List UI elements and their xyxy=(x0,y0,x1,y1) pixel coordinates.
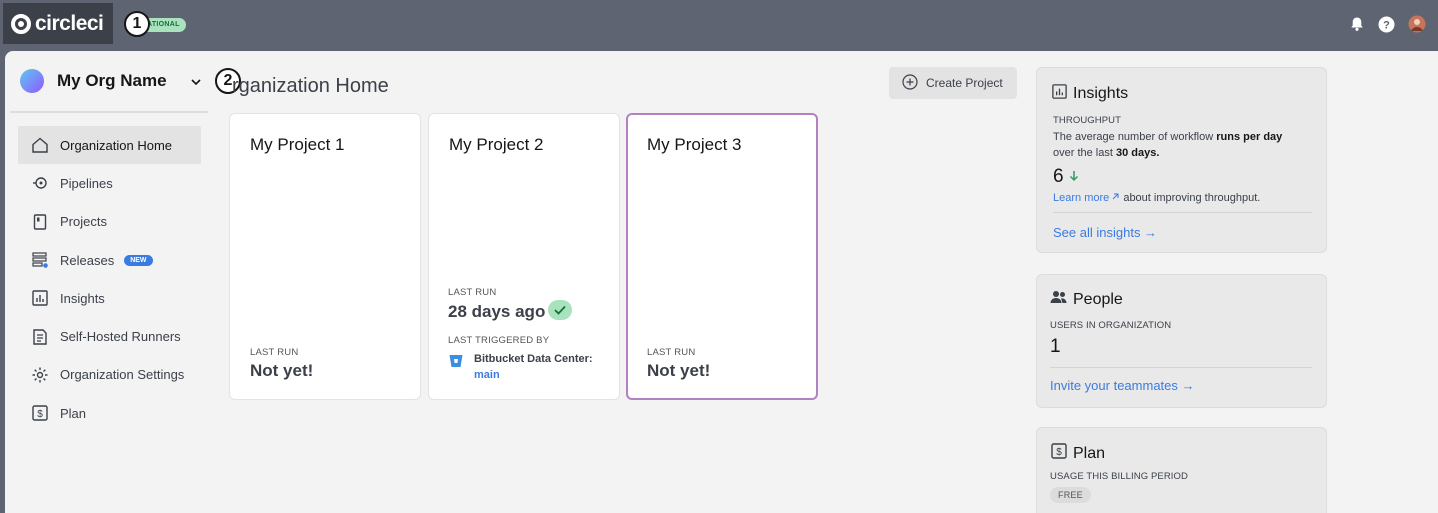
svg-text:$: $ xyxy=(1056,447,1062,458)
top-bar: circleci ATIONAL 1 ? xyxy=(0,0,1438,51)
svg-text:$: $ xyxy=(37,409,43,420)
trigger-source: Bitbucket Data Center: xyxy=(474,353,593,365)
success-check-icon xyxy=(548,300,572,320)
sidebar-item-plan[interactable]: $ Plan xyxy=(18,394,201,432)
sidebar-item-releases[interactable]: Releases NEW xyxy=(18,241,201,279)
sidebar-item-label: Self-Hosted Runners xyxy=(60,329,181,345)
projects-icon xyxy=(31,213,49,231)
sidebar-item-label: Releases xyxy=(60,252,115,268)
last-run-label: LAST RUN xyxy=(448,287,497,298)
org-avatar xyxy=(20,69,44,93)
invite-teammates-link[interactable]: Invite your teammates → xyxy=(1050,378,1195,393)
sidebar-divider xyxy=(10,111,208,113)
dollar-icon: $ xyxy=(31,404,49,422)
plan-heading: $ Plan xyxy=(1050,442,1105,465)
last-trigger: Bitbucket Data Center: main xyxy=(448,351,593,383)
last-run-value: Not yet! xyxy=(647,361,711,380)
sidebar-item-pipelines[interactable]: Pipelines xyxy=(18,164,201,202)
usage-label: USAGE THIS BILLING PERIOD xyxy=(1050,471,1189,482)
last-run-value: 28 days ago xyxy=(448,302,546,321)
sidebar-item-label: Insights xyxy=(60,290,105,306)
user-avatar-icon[interactable] xyxy=(1408,15,1426,33)
arrow-down-icon xyxy=(1069,171,1078,182)
pipelines-icon xyxy=(31,174,49,192)
project-card-2[interactable]: My Project 2 LAST RUN 28 days ago LAST T… xyxy=(428,113,620,400)
new-badge: NEW xyxy=(124,254,153,266)
sidebar-item-organization-settings[interactable]: Organization Settings xyxy=(18,356,201,394)
sidebar-item-self-hosted-runners[interactable]: Self-Hosted Runners xyxy=(18,317,201,355)
people-divider xyxy=(1050,367,1312,368)
releases-icon xyxy=(31,251,49,269)
people-widget: People USERS IN ORGANIZATION 1 Invite yo… xyxy=(1036,274,1327,408)
sidebar-item-label: Pipelines xyxy=(60,175,113,191)
project-name: My Project 3 xyxy=(647,135,742,154)
bell-icon[interactable] xyxy=(1349,16,1365,32)
users-label: USERS IN ORGANIZATION xyxy=(1050,320,1172,331)
runners-icon xyxy=(31,328,49,346)
throughput-label: THROUGHPUT xyxy=(1053,115,1122,126)
project-name: My Project 2 xyxy=(449,135,544,154)
sidebar-item-label: Organization Settings xyxy=(60,367,185,383)
last-run-label: LAST RUN xyxy=(250,347,299,358)
circleci-logo[interactable]: circleci xyxy=(3,3,113,44)
plan-title: Plan xyxy=(1073,444,1106,462)
help-icon[interactable]: ? xyxy=(1378,16,1395,33)
people-heading: People xyxy=(1050,289,1123,310)
svg-text:?: ? xyxy=(1383,19,1390,31)
throughput-value: 6 xyxy=(1053,166,1079,188)
bitbucket-icon xyxy=(448,353,464,369)
insights-widget: Insights THROUGHPUT The average number o… xyxy=(1036,67,1327,253)
chevron-down-icon xyxy=(190,75,202,93)
branch-link[interactable]: main xyxy=(474,367,593,383)
sidebar-item-projects[interactable]: Projects xyxy=(18,203,201,241)
org-selector[interactable]: My Org Name xyxy=(10,58,208,104)
throughput-description: The average number of workflow runs per … xyxy=(1053,131,1283,159)
home-icon xyxy=(31,136,49,154)
insights-heading: Insights xyxy=(1051,83,1128,105)
sidebar-item-label: Organization Home xyxy=(60,137,172,153)
circleci-logo-icon xyxy=(11,13,31,34)
sidebar-item-label: Projects xyxy=(60,214,107,230)
create-project-label: Create Project xyxy=(926,76,1003,90)
page-title: rganization Home xyxy=(232,75,389,97)
insights-icon xyxy=(31,289,49,307)
learn-more-link[interactable]: Learn more xyxy=(1053,192,1109,204)
sidebar-item-insights[interactable]: Insights xyxy=(18,279,201,317)
users-count: 1 xyxy=(1050,336,1061,357)
external-link-icon xyxy=(1112,193,1119,200)
create-project-button[interactable]: Create Project xyxy=(889,67,1017,99)
org-name: My Org Name xyxy=(57,71,167,90)
project-card-1[interactable]: My Project 1 LAST RUN Not yet! xyxy=(229,113,421,400)
dollar-icon: $ xyxy=(1050,442,1068,465)
project-name: My Project 1 xyxy=(250,135,345,154)
people-title: People xyxy=(1073,290,1123,308)
sidebar-item-label: Plan xyxy=(60,405,87,421)
step-marker-1: 1 xyxy=(124,11,150,37)
learn-more-row: Learn more about improving throughput. xyxy=(1053,192,1261,204)
people-icon xyxy=(1050,289,1068,310)
gear-icon xyxy=(31,366,49,384)
top-icons: ? xyxy=(1349,15,1426,33)
see-all-insights-link[interactable]: See all insights → xyxy=(1053,225,1157,240)
last-triggered-label: LAST TRIGGERED BY xyxy=(448,335,550,346)
insights-icon xyxy=(1051,83,1068,105)
last-run-label: LAST RUN xyxy=(647,347,696,358)
sidebar-item-organization-home[interactable]: Organization Home xyxy=(18,126,201,165)
sidebar-nav: Organization Home Pipelines Projects Rel… xyxy=(18,126,201,432)
plus-circle-icon xyxy=(902,73,918,93)
last-run-value: Not yet! xyxy=(250,361,314,380)
insights-title: Insights xyxy=(1073,85,1129,102)
logo-text: circleci xyxy=(35,11,104,35)
insights-divider xyxy=(1053,212,1312,213)
plan-widget: $ Plan USAGE THIS BILLING PERIOD FREE xyxy=(1036,427,1327,513)
project-card-3[interactable]: My Project 3 LAST RUN Not yet! xyxy=(626,113,818,400)
plan-tier-badge: FREE xyxy=(1050,487,1091,503)
